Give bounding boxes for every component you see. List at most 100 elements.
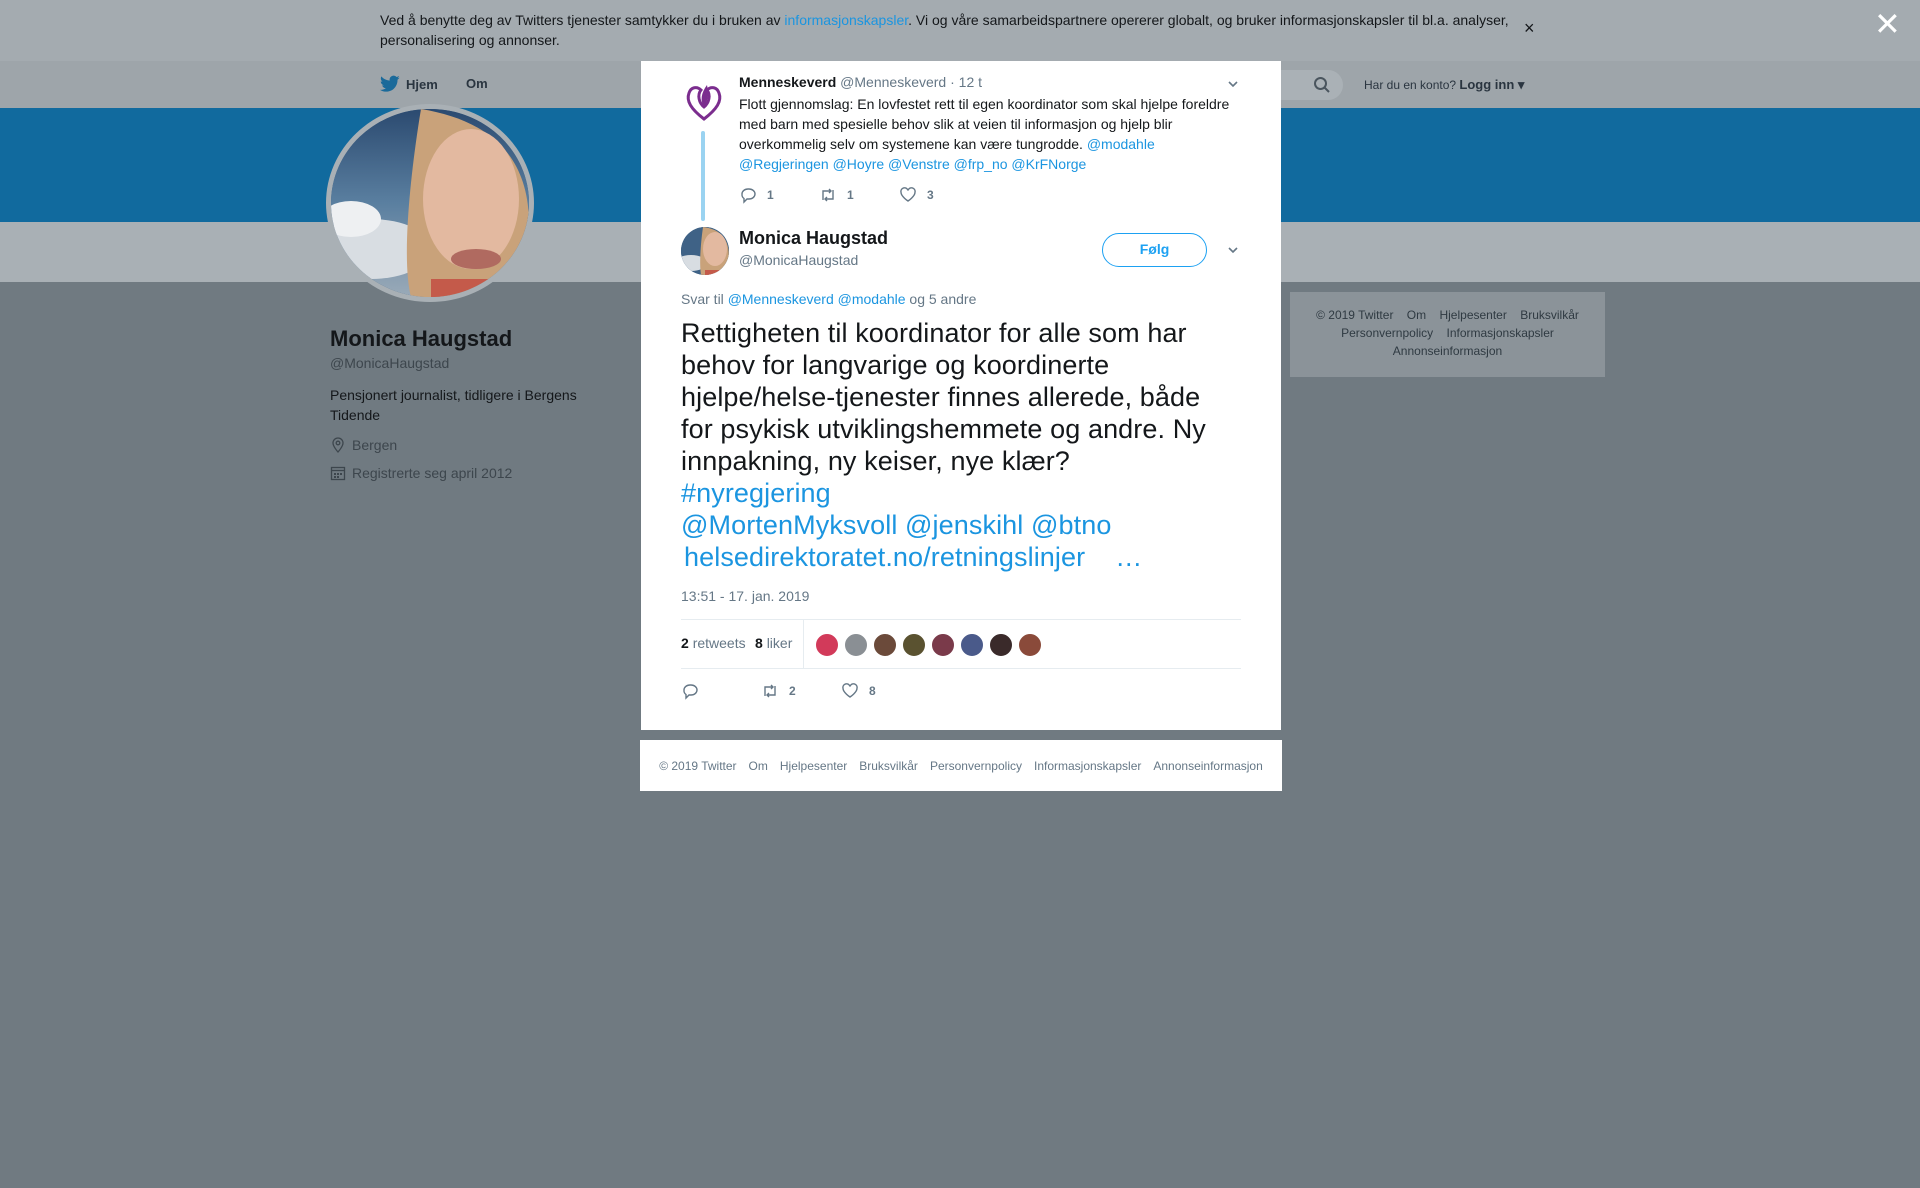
tweet-line: hjelpe/helse-tjenester finnes allerede, … <box>681 382 1201 412</box>
side-footer-cookies[interactable]: Informasjonskapsler <box>1447 326 1554 340</box>
menneskeverd-logo-avatar[interactable] <box>681 77 727 123</box>
mention-links[interactable]: @MortenMyksvoll @jenskihl @btno <box>681 509 1251 541</box>
likes-stat-count: 8 <box>755 635 763 651</box>
reply-prefix: Svar til <box>681 291 728 307</box>
footer-help[interactable]: Hjelpesenter <box>780 759 847 773</box>
side-footer-copyright: © 2019 Twitter <box>1316 308 1394 322</box>
search-icon[interactable] <box>1313 76 1331 94</box>
retweet-icon <box>822 188 834 202</box>
cookie-policy-link[interactable]: informasjonskapsler <box>784 12 908 28</box>
chevron-down-icon[interactable] <box>1226 77 1240 91</box>
retweet-count: 2 <box>789 684 796 698</box>
profile-joined: Registrerte seg april 2012 <box>330 465 512 481</box>
tweet-line: innpakning, ny keiser, nye klær? <box>681 446 1070 476</box>
profile-handle[interactable]: @MonicaHaugstad <box>330 355 449 371</box>
cookie-banner: Ved å benytte deg av Twitters tjenester … <box>0 0 1920 61</box>
parent-like-action[interactable]: 3 <box>899 186 979 204</box>
parent-retweet-count: 1 <box>847 188 854 202</box>
reply-others[interactable]: og 5 andre <box>906 291 976 307</box>
nav-home-link[interactable]: Hjem <box>380 75 438 93</box>
retweets-stat[interactable]: 2 retweets <box>681 635 746 651</box>
like-action[interactable]: 8 <box>841 682 921 700</box>
liker-avatar[interactable] <box>815 633 839 657</box>
parent-mention-modahle[interactable]: @modahle <box>1087 136 1155 152</box>
footer-privacy[interactable]: Personvernpolicy <box>930 759 1022 773</box>
like-count: 8 <box>869 684 876 698</box>
location-pin-icon <box>332 437 344 453</box>
reply-icon <box>683 684 698 700</box>
footer-cookies[interactable]: Informasjonskapsler <box>1034 759 1141 773</box>
parent-author-name[interactable]: Menneskeverd <box>739 74 836 90</box>
parent-tweet-text: Flott gjennomslag: En lovfestet rett til… <box>739 94 1249 174</box>
thread-connector-line <box>701 131 705 221</box>
reply-action[interactable] <box>681 682 761 700</box>
retweets-stat-count: 2 <box>681 635 689 651</box>
liker-avatars <box>815 633 1042 657</box>
profile-bio: Pensjonert journalist, tidligere i Berge… <box>330 387 577 423</box>
reply-icon <box>741 188 756 204</box>
retweets-stat-label: retweets <box>692 635 746 651</box>
side-footer-help[interactable]: Hjelpesenter <box>1439 308 1506 322</box>
url-link[interactable]: helsedirektoratet.no/retningslinjer … <box>681 541 1251 573</box>
parent-retweet-action[interactable]: 1 <box>819 186 899 204</box>
follow-button[interactable]: Følg <box>1102 233 1207 267</box>
main-author-name[interactable]: Monica Haugstad <box>739 228 888 249</box>
modal-footer: © 2019 Twitter Om Hjelpesenter Bruksvilk… <box>640 740 1282 791</box>
tweet-line: behov for langvarige og koordinerte <box>681 350 1110 380</box>
login-label: Logg inn <box>1459 77 1515 92</box>
reply-mentions[interactable]: @Menneskeverd @modahle <box>728 291 906 307</box>
tweet-line: for psykisk utviklingshemmete og andre. … <box>681 414 1206 444</box>
footer-terms[interactable]: Bruksvilkår <box>859 759 918 773</box>
parent-tweet-time[interactable]: · 12 t <box>950 74 982 90</box>
login-link[interactable]: Logg inn ▾ <box>1459 77 1524 92</box>
footer-copyright: © 2019 Twitter <box>659 758 737 773</box>
parent-reply-action[interactable]: 1 <box>739 186 819 204</box>
side-footer: © 2019 Twitter Om Hjelpesenter Bruksvilk… <box>1290 292 1605 377</box>
cookie-close-button[interactable]: × <box>1524 18 1535 38</box>
location-text: Bergen <box>352 437 398 453</box>
heart-icon <box>842 683 858 698</box>
side-footer-terms[interactable]: Bruksvilkår <box>1520 308 1579 322</box>
twitter-bird-icon <box>380 75 400 92</box>
main-author-avatar[interactable] <box>681 227 729 275</box>
chevron-down-icon[interactable] <box>1226 243 1240 257</box>
main-tweet-actions: 2 8 <box>681 681 921 701</box>
side-footer-privacy[interactable]: Personvernpolicy <box>1341 326 1433 340</box>
tweet-timestamp[interactable]: 13:51 - 17. jan. 2019 <box>681 588 809 604</box>
retweet-action[interactable]: 2 <box>761 682 841 700</box>
footer-ads[interactable]: Annonseinformasjon <box>1153 759 1262 773</box>
url-ellipsis: … <box>1115 542 1143 572</box>
parent-like-count: 3 <box>927 188 934 202</box>
heart-icon <box>900 187 916 202</box>
profile-name[interactable]: Monica Haugstad <box>330 326 512 352</box>
liker-avatar[interactable] <box>873 633 897 657</box>
liker-avatar[interactable] <box>1018 633 1042 657</box>
profile-avatar[interactable] <box>326 104 534 302</box>
hashtag-link[interactable]: #nyregjering <box>681 477 1251 509</box>
main-author-handle[interactable]: @MonicaHaugstad <box>739 252 858 268</box>
parent-tweet-body: Flott gjennomslag: En lovfestet rett til… <box>739 96 1230 152</box>
side-footer-ads[interactable]: Annonseinformasjon <box>1393 344 1502 358</box>
joined-text: Registrerte seg april 2012 <box>352 465 513 481</box>
url-text: helsedirektoratet.no/retningslinjer <box>684 542 1086 572</box>
likes-stat[interactable]: 8 liker <box>755 635 792 651</box>
nav-about-link[interactable]: Om <box>466 76 488 91</box>
liker-avatar[interactable] <box>902 633 926 657</box>
nav-home-label: Hjem <box>406 76 438 92</box>
tweet-permalink-modal: Menneskeverd @Menneskeverd · 12 t Flott … <box>641 61 1281 730</box>
cookie-text: Ved å benytte deg av Twitters tjenester … <box>380 10 1520 50</box>
parent-mentions[interactable]: @Regjeringen @Hoyre @Venstre @frp_no @Kr… <box>739 156 1086 172</box>
likes-stat-label: liker <box>766 635 793 651</box>
profile-photo <box>331 109 529 297</box>
side-footer-about[interactable]: Om <box>1407 308 1426 322</box>
parent-author-handle[interactable]: @Menneskeverd <box>840 74 946 90</box>
liker-avatar[interactable] <box>931 633 955 657</box>
footer-about[interactable]: Om <box>749 759 768 773</box>
calendar-icon <box>330 466 346 481</box>
close-overlay-button[interactable]: ✕ <box>1874 8 1901 40</box>
liker-avatar[interactable] <box>989 633 1013 657</box>
reply-context: Svar til @Menneskeverd @modahle og 5 and… <box>681 291 976 307</box>
retweet-icon <box>764 684 776 698</box>
liker-avatar[interactable] <box>844 633 868 657</box>
liker-avatar[interactable] <box>960 633 984 657</box>
